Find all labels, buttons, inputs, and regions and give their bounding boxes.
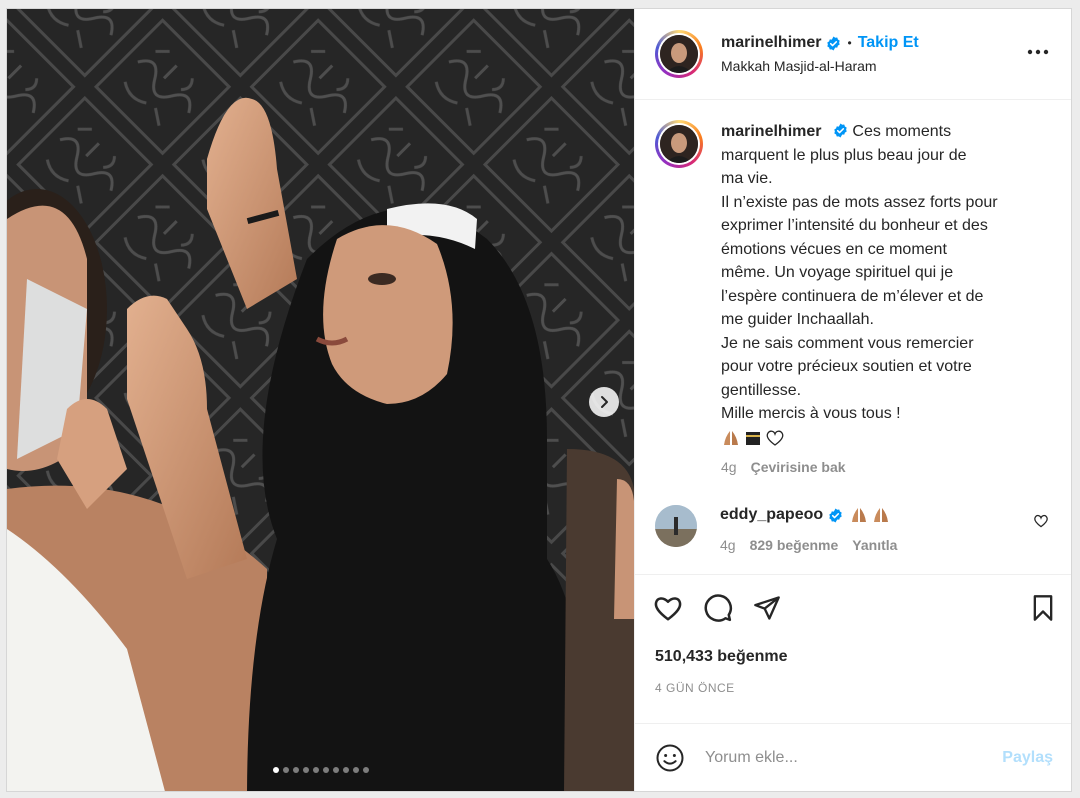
paper-plane-icon[interactable]: [753, 594, 781, 622]
post-side-panel: marinelhimer • Takip Et Makkah Masjid-al…: [634, 9, 1071, 791]
post-actions: [635, 574, 1071, 640]
caption-text-line: émotions vécues en ce moment: [721, 240, 947, 258]
caption-text-line: Il n’existe pas de mots assez forts pour: [721, 193, 998, 211]
carousel-dot: [323, 767, 329, 773]
comment-age: 4g: [720, 537, 736, 553]
praying-hands-emoji: [852, 508, 867, 522]
add-comment-bar: Paylaş: [635, 723, 1071, 791]
follow-button[interactable]: Takip Et: [858, 34, 919, 52]
carousel-dot: [353, 767, 359, 773]
caption-username[interactable]: marinelhimer: [721, 123, 821, 140]
chevron-right-icon: [601, 396, 608, 408]
caption-text-line: me guider Inchaallah.: [721, 311, 874, 328]
white-heart-emoji: [766, 430, 784, 446]
reply-button[interactable]: Yanıtla: [852, 537, 897, 553]
post-timestamp: 4 GÜN ÖNCE: [655, 681, 735, 695]
caption-age: 4g: [721, 458, 737, 475]
translate-link[interactable]: Çevirisine bak: [751, 456, 846, 480]
carousel-dot: [333, 767, 339, 773]
caption-text-line: Mille mercis à vous tous !: [721, 405, 901, 422]
comment-emojis: [849, 505, 891, 525]
caption-text-line: gentillesse.: [721, 381, 802, 399]
caption-text-line: Je ne sais comment vous remercier: [721, 334, 974, 352]
post-location[interactable]: Makkah Masjid-al-Haram: [721, 58, 919, 74]
caption-text-line: pour votre précieux soutien et votre: [721, 358, 972, 375]
caption-text-line: exprimer l’intensité du bonheur et des: [721, 217, 988, 234]
post-header: marinelhimer • Takip Et Makkah Masjid-al…: [635, 9, 1071, 100]
caption: marinelhimer Ces moments marquent le plu…: [655, 120, 1053, 479]
carousel-dot: [313, 767, 319, 773]
carousel-indicator: [7, 767, 634, 773]
avatar[interactable]: [655, 30, 703, 78]
avatar[interactable]: [655, 120, 703, 168]
carousel-dot: [273, 767, 279, 773]
heart-icon[interactable]: [653, 594, 683, 622]
carousel-dot: [293, 767, 299, 773]
carousel-dot: [303, 767, 309, 773]
carousel-dot: [343, 767, 349, 773]
praying-hands-emoji: [874, 508, 889, 522]
praying-hands-emoji: [724, 430, 738, 445]
comment-like-icon[interactable]: [1033, 513, 1049, 534]
carousel-dot: [363, 767, 369, 773]
post-comment-button[interactable]: Paylaş: [1002, 749, 1053, 767]
carousel-next-button[interactable]: [589, 387, 619, 417]
smiley-icon[interactable]: [655, 743, 685, 773]
verified-badge-icon: [826, 35, 841, 51]
comment-input[interactable]: [703, 747, 1003, 768]
caption-text-line: marquent le plus plus beau jour de: [721, 146, 967, 164]
bookmark-icon[interactable]: [1031, 594, 1055, 622]
photo-illustration: [7, 9, 634, 791]
caption-text-line: ma vie.: [721, 170, 773, 187]
caption-text-line: Ces moments: [852, 123, 952, 140]
separator-dot: •: [847, 36, 852, 50]
verified-badge-icon: [833, 123, 848, 138]
comment-icon[interactable]: [703, 593, 733, 623]
caption-text-line: l’espère continuera de m’élever et de: [721, 287, 984, 305]
caption-text-line: même. Un voyage spirituel qui je: [721, 264, 954, 281]
kaaba-emoji: [746, 431, 760, 445]
comment-likes[interactable]: 829 beğenme: [750, 537, 839, 553]
comment-item: eddy_papeoo 4g 829 beğenme Yanıtla: [655, 505, 1053, 553]
verified-badge-icon: [828, 507, 843, 523]
more-options-icon[interactable]: [1027, 42, 1049, 60]
carousel-dot: [283, 767, 289, 773]
post-window: marinelhimer • Takip Et Makkah Masjid-al…: [6, 8, 1072, 792]
comment-username[interactable]: eddy_papeoo: [720, 506, 823, 524]
like-count[interactable]: 510,433 beğenme: [635, 648, 1071, 666]
avatar[interactable]: [655, 505, 697, 547]
caption-emojis: [721, 428, 1031, 448]
comments-section[interactable]: marinelhimer Ces moments marquent le plu…: [635, 100, 1071, 574]
author-username[interactable]: marinelhimer: [721, 34, 821, 52]
post-photo[interactable]: [7, 9, 634, 791]
